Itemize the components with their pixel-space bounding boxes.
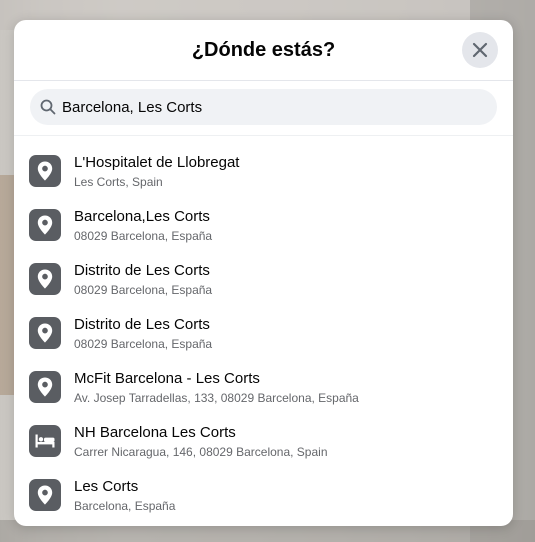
result-title: L'Hospitalet de Llobregat	[74, 153, 240, 171]
location-pin-icon	[29, 479, 61, 511]
bed-icon	[29, 425, 61, 457]
list-item[interactable]: Les Corts Barcelona, España	[14, 468, 513, 522]
close-button[interactable]	[462, 32, 498, 68]
result-subtitle: 08029 Barcelona, España	[74, 336, 213, 351]
result-subtitle: Les Corts, Spain	[74, 174, 163, 189]
location-pin-icon	[29, 263, 61, 295]
dialog-header: ¿Dónde estás?	[14, 20, 513, 81]
search-icon	[39, 98, 57, 116]
close-icon	[472, 42, 488, 58]
result-title: Distrito de Les Corts	[74, 261, 210, 279]
result-subtitle: Barcelona, España	[74, 498, 176, 513]
location-pin-icon	[29, 155, 61, 187]
result-subtitle: Av. Josep Tarradellas, 133, 08029 Barcel…	[74, 390, 359, 405]
result-title: NH Barcelona Les Corts	[74, 423, 236, 441]
result-title: Barcelona,Les Corts	[74, 207, 210, 225]
list-item[interactable]: Barcelona,Les Corts 08029 Barcelona, Esp…	[14, 198, 513, 252]
location-pin-icon	[29, 317, 61, 349]
location-pin-icon	[29, 371, 61, 403]
result-subtitle: 08029 Barcelona, España	[74, 282, 213, 297]
result-subtitle: Carrer Nicaragua, 146, 08029 Barcelona, …	[74, 444, 328, 459]
result-title: Distrito de Les Corts	[74, 315, 210, 333]
search-input[interactable]	[62, 98, 482, 116]
list-item[interactable]: L'Hospitalet de Llobregat Les Corts, Spa…	[14, 144, 513, 198]
list-item[interactable]: McFit Barcelona - Les Corts Av. Josep Ta…	[14, 360, 513, 414]
result-title: Les Corts	[74, 477, 139, 495]
search-field[interactable]	[30, 89, 497, 125]
result-title: McFit Barcelona - Les Corts	[74, 369, 260, 387]
search-bar	[14, 81, 513, 136]
location-dialog: ¿Dónde estás? L'Hos	[14, 20, 513, 526]
results-list: L'Hospitalet de Llobregat Les Corts, Spa…	[14, 136, 513, 522]
list-item[interactable]: Distrito de Les Corts 08029 Barcelona, E…	[14, 306, 513, 360]
result-subtitle: 08029 Barcelona, España	[74, 228, 213, 243]
dialog-title: ¿Dónde estás?	[191, 38, 336, 61]
list-item[interactable]: Distrito de Les Corts 08029 Barcelona, E…	[14, 252, 513, 306]
location-pin-icon	[29, 209, 61, 241]
list-item[interactable]: NH Barcelona Les Corts Carrer Nicaragua,…	[14, 414, 513, 468]
